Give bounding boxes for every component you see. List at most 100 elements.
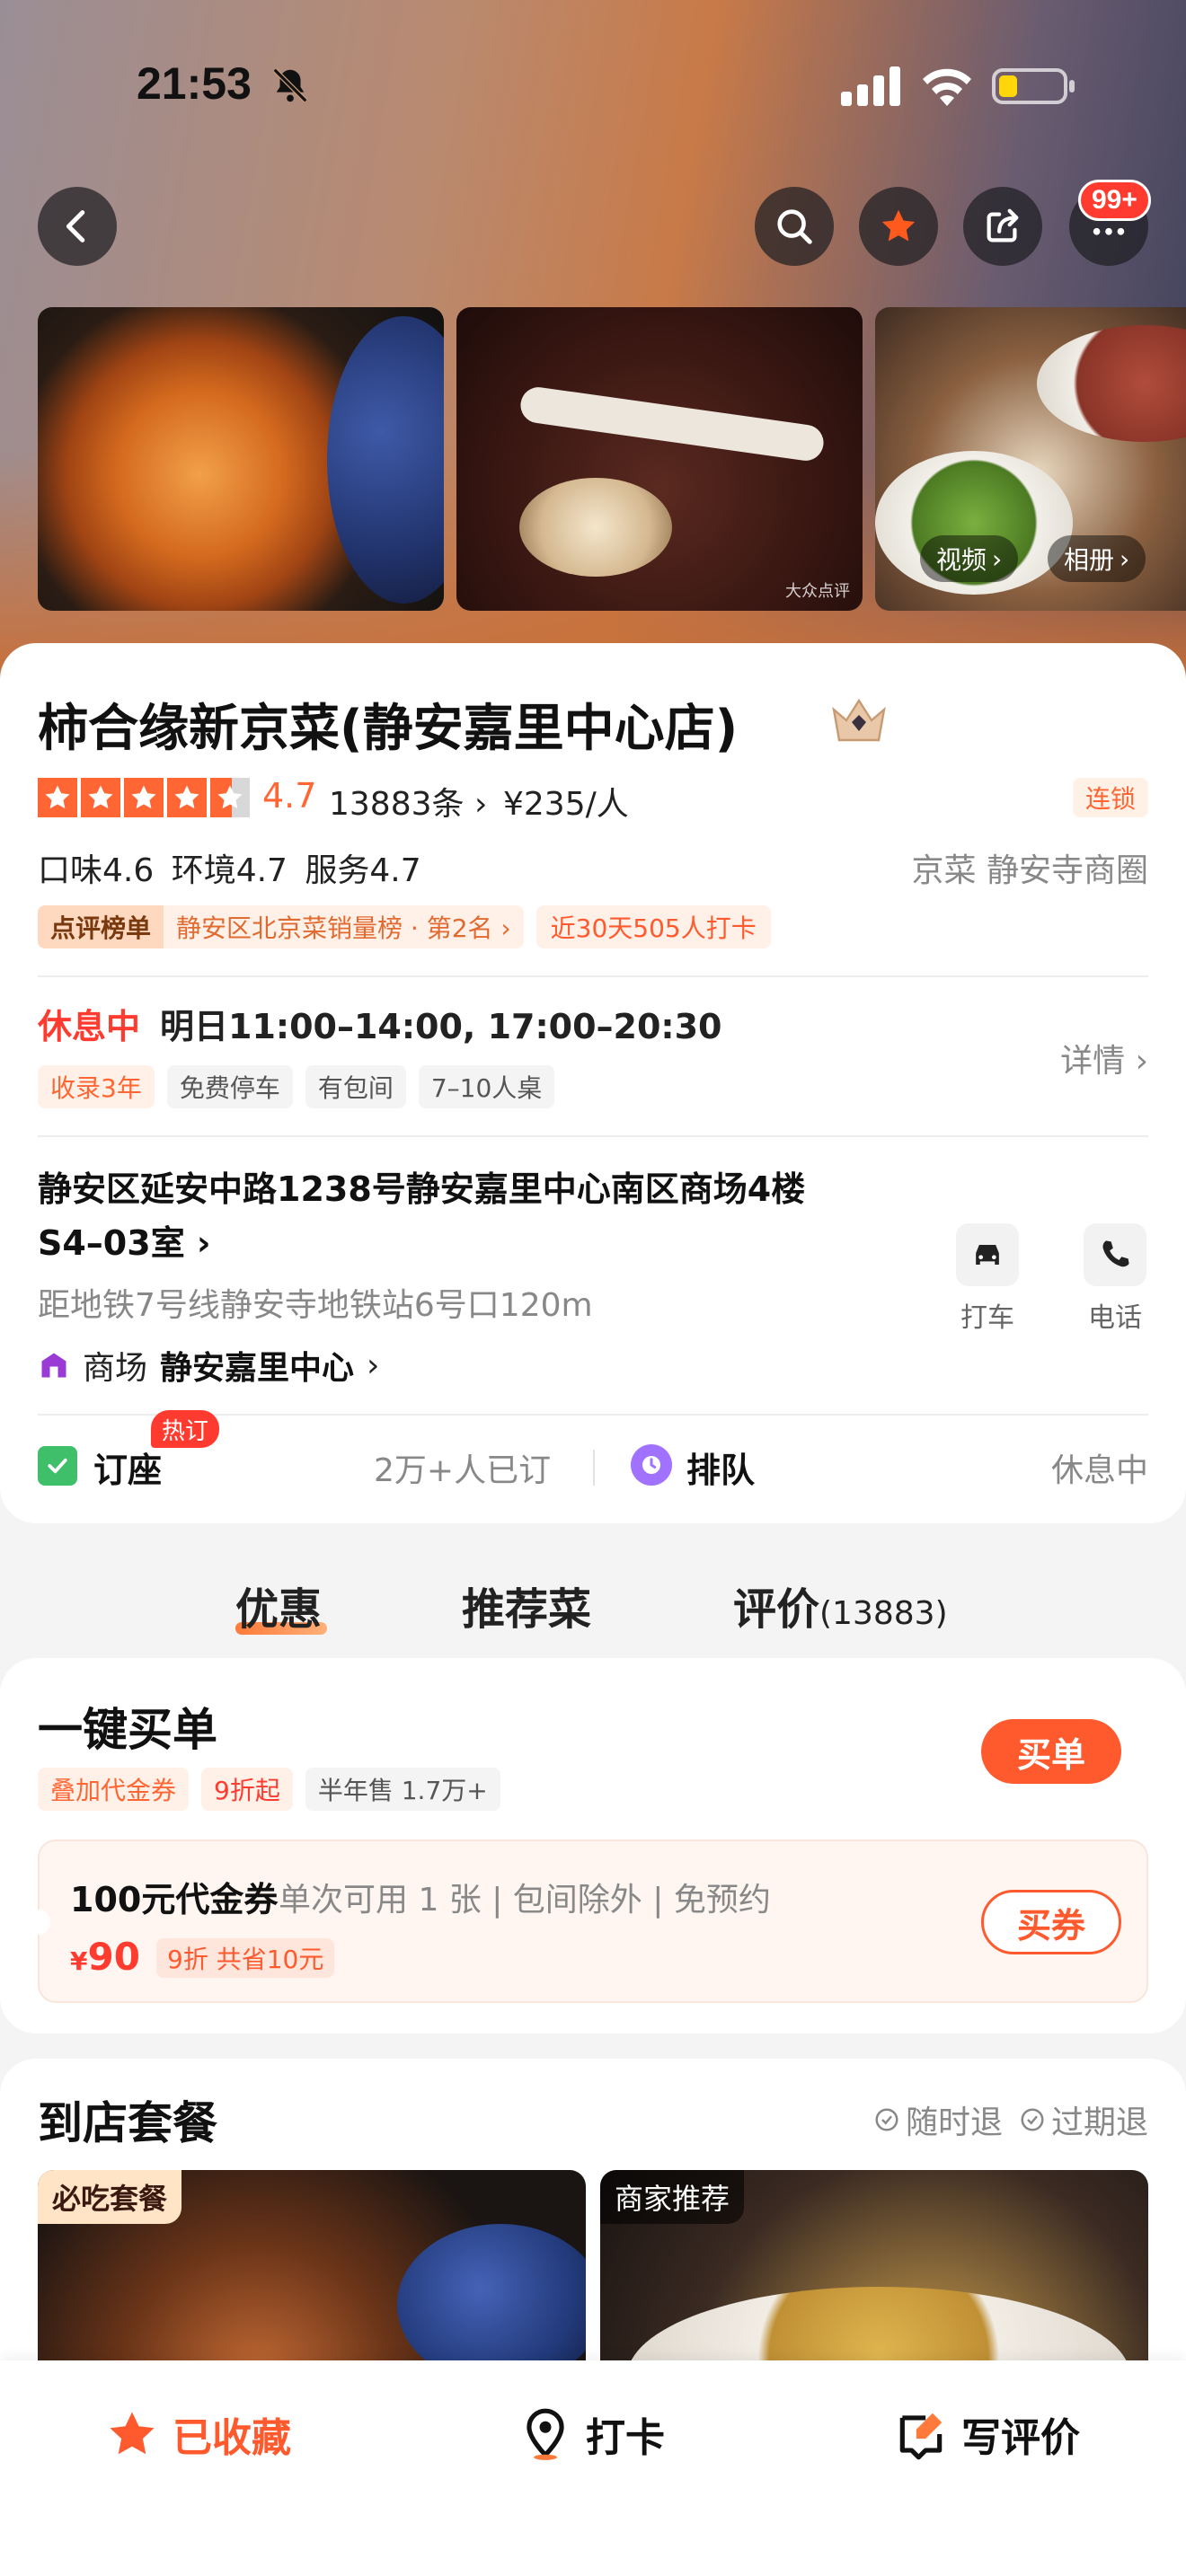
voucher-item[interactable]: 100元代金券 单次可用 1 张 | 包间除外 | 免预约 ¥90 9折 共省1… <box>25 1839 1148 2003</box>
divider <box>38 1135 1148 1137</box>
notification-badge: 99+ <box>1078 180 1151 221</box>
gallery-photo[interactable]: 大众点评 <box>456 307 863 611</box>
video-label: 视频 <box>936 545 987 575</box>
video-button[interactable]: 视频 › <box>920 535 1019 582</box>
checkin-tag: 近30天505人打卡 <box>535 905 771 948</box>
food-tray-image <box>518 384 827 463</box>
feature-tag: 7–10人桌 <box>418 1065 555 1108</box>
check-circle-icon <box>1021 2108 1044 2131</box>
car-icon <box>976 1245 999 1265</box>
battery-icon <box>992 68 1075 104</box>
star-icon <box>167 778 207 817</box>
hours-details-link[interactable]: 详情 › <box>1060 1035 1148 1081</box>
deal-title: 一键买单 <box>38 1704 217 1756</box>
details-label: 详情 <box>1060 1043 1126 1080</box>
tab-reviews-label: 评价 <box>733 1584 820 1635</box>
favorited-button[interactable]: 已收藏 <box>104 2405 291 2463</box>
write-review-button[interactable]: 写评价 <box>893 2405 1080 2463</box>
review-count-link[interactable]: 13883条 › <box>329 778 487 825</box>
package-title: 到店套餐 <box>38 2097 217 2149</box>
chevron-right-icon: › <box>992 543 1003 574</box>
cuisine-area: 京菜 静安寺商圈 <box>911 852 1148 889</box>
mall-icon <box>41 1353 66 1378</box>
voucher-description: 单次可用 1 张 | 包间除外 | 免预约 <box>279 1882 771 1919</box>
rank-label: 点评榜单 <box>38 905 164 948</box>
rank-text: 静安区北京菜销量榜 · 第2名 › <box>176 913 511 943</box>
watermark: 大众点评 <box>785 582 850 601</box>
mall-link[interactable]: 商场 静安嘉里中心 › <box>38 1342 379 1389</box>
tab-dishes[interactable]: 推荐菜 <box>462 1574 591 1636</box>
feature-tags: 收录3年 免费停车 有包间 7–10人桌 <box>38 1065 555 1108</box>
booking-row: 订座 热订 2万+人已订 排队 休息中 <box>0 1410 1186 1523</box>
album-button[interactable]: 相册 › <box>1048 535 1146 582</box>
taxi-label: 打车 <box>960 1302 1014 1334</box>
crown-icon <box>832 698 886 742</box>
phone-label: 电话 <box>1088 1302 1142 1334</box>
divider <box>38 975 1148 977</box>
gallery-photo[interactable] <box>38 307 444 611</box>
star-icon <box>110 2412 155 2455</box>
bell-off-icon <box>272 67 308 103</box>
business-hours: 明日11:00–14:00, 17:00–20:30 <box>160 1007 722 1046</box>
book-seat-button[interactable]: 订座 <box>93 1442 162 1492</box>
voucher-title: 100元代金券 <box>70 1880 279 1919</box>
queue-button[interactable]: 排队 <box>686 1442 755 1492</box>
back-button[interactable] <box>38 187 117 266</box>
star-rating <box>38 778 250 817</box>
feature-tag: 免费停车 <box>166 1065 293 1108</box>
bottom-action-bar: 已收藏 打卡 写评价 <box>0 2360 1186 2576</box>
rating-score: 4.7 <box>262 776 317 816</box>
search-button[interactable] <box>755 187 834 266</box>
buy-voucher-button[interactable]: 买券 <box>981 1890 1121 1954</box>
star-icon <box>38 778 77 817</box>
chain-tag: 连锁 <box>1072 778 1148 817</box>
favorite-button[interactable] <box>859 187 938 266</box>
voucher-notch <box>25 1910 50 1935</box>
chevron-right-icon: › <box>367 1346 380 1384</box>
voucher-price: ¥90 <box>70 1935 140 1979</box>
rank-badge[interactable]: 点评榜单 静安区北京菜销量榜 · 第2名 › <box>38 905 524 948</box>
star-icon <box>124 778 164 817</box>
review-count: 13883条 <box>329 786 465 823</box>
address-link[interactable]: 静安区延安中路1238号静安嘉里中心南区商场4楼S4–03室 › <box>38 1162 846 1270</box>
write-review-label: 写评价 <box>961 2415 1080 2461</box>
checkin-label: 打卡 <box>586 2415 665 2461</box>
signal-icon <box>841 66 900 106</box>
chevron-left-icon <box>66 210 85 243</box>
share-button[interactable] <box>963 187 1042 266</box>
booked-count: 2万+人已订 <box>374 1452 552 1489</box>
address: 静安区延安中路1238号静安嘉里中心南区商场4楼S4–03室 <box>38 1169 806 1263</box>
refund-policy: 随时退 过期退 <box>873 2096 1148 2143</box>
deal-tags: 叠加代金券 9折起 半年售 1.7万+ <box>38 1768 500 1811</box>
deal-tag: 半年售 1.7万+ <box>305 1768 500 1811</box>
metro-distance: 距地铁7号线静安寺地铁站6号口120m <box>38 1287 593 1324</box>
favorited-label: 已收藏 <box>173 2415 291 2461</box>
checkin-button[interactable]: 打卡 <box>518 2405 665 2463</box>
package-badge: 商家推荐 <box>600 2170 745 2224</box>
check-icon <box>38 1446 77 1486</box>
check-circle-icon <box>875 2108 898 2131</box>
open-status: 休息中 <box>38 1007 141 1046</box>
tab-reviews[interactable]: 评价(13883) <box>733 1574 948 1636</box>
tab-deals[interactable]: 优惠 <box>235 1574 322 1636</box>
search-icon <box>777 209 812 244</box>
taxi-button[interactable] <box>956 1223 1019 1286</box>
refund-anytime: 随时退 <box>873 2096 1003 2143</box>
voucher-discount: 9折 共省10元 <box>156 1938 335 1978</box>
section-tabs: 优惠 推荐菜 评价(13883) <box>0 1563 1186 1653</box>
hot-badge: 热订 <box>151 1410 220 1448</box>
wifi-icon <box>923 68 971 106</box>
refund-expired: 过期退 <box>1019 2096 1148 2143</box>
mall-name: 静安嘉里中心 <box>160 1350 355 1387</box>
rank-row: 点评榜单 静安区北京菜销量榜 · 第2名 › 近30天505人打卡 <box>38 905 771 948</box>
location-pin-icon <box>527 2408 564 2460</box>
mall-label: 商场 <box>83 1350 148 1387</box>
album-label: 相册 <box>1064 545 1115 575</box>
deal-tag: 叠加代金券 <box>38 1768 190 1811</box>
food-bowl-image <box>1037 325 1186 442</box>
clock-icon <box>631 1444 672 1486</box>
chevron-right-icon: › <box>1120 543 1130 574</box>
pay-bill-button[interactable]: 买单 <box>981 1719 1121 1784</box>
status-time: 21:53 <box>137 58 252 109</box>
phone-button[interactable] <box>1084 1223 1146 1286</box>
